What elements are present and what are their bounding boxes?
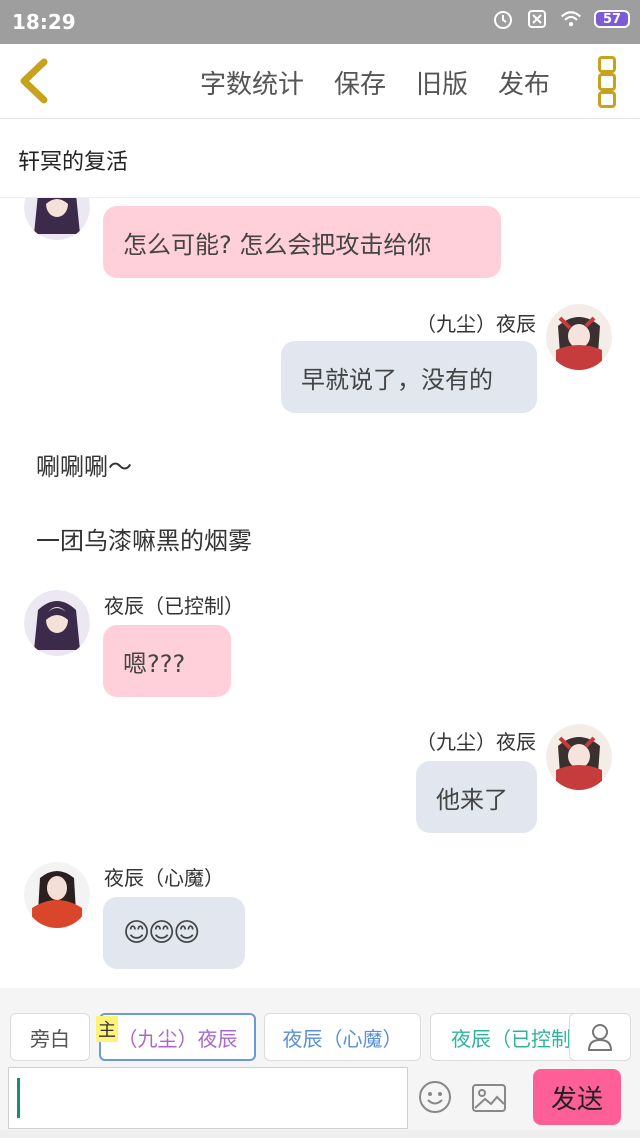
message-bubble[interactable]: 早就说了，没有的 [281, 341, 537, 413]
more-dot-icon [598, 73, 616, 91]
message-bubble[interactable]: 😊😊😊 [103, 897, 245, 969]
story-title-bar[interactable]: 轩冥的复活 [0, 119, 640, 198]
more-dot-icon [598, 90, 616, 108]
user-icon [587, 1024, 613, 1051]
more-dot-icon [598, 56, 616, 74]
send-button[interactable]: 发送 [533, 1069, 621, 1125]
speaker-name: （九尘）夜辰 [416, 312, 536, 336]
speaker-name: 夜辰（心魔） [104, 866, 224, 890]
wifi-icon [560, 8, 582, 30]
bottom-edge [0, 1130, 640, 1138]
message-bubble[interactable]: 他来了 [416, 761, 537, 833]
role-chip-jiuchen-yechen[interactable]: （九尘）夜辰 [99, 1013, 256, 1061]
no-sim-icon [526, 8, 548, 30]
narration-text[interactable]: 一团乌漆嘛黑的烟雾 [36, 521, 252, 556]
editor-toolbar: 字数统计 保存 旧版 发布 [0, 44, 640, 119]
story-title: 轩冥的复活 [18, 150, 129, 175]
avatar[interactable] [546, 304, 612, 370]
old-version-button[interactable]: 旧版 [416, 64, 468, 101]
battery-indicator: 57 [594, 10, 630, 28]
emoji-icon [419, 1081, 451, 1113]
host-badge: 主 [96, 1016, 118, 1042]
alarm-icon [492, 8, 514, 30]
save-button[interactable]: 保存 [334, 64, 386, 101]
toolbar-actions: 字数统计 保存 旧版 发布 [200, 64, 550, 101]
role-chip-narrator[interactable]: 旁白 [10, 1013, 90, 1061]
speaker-name: 夜辰（已控制） [104, 594, 244, 618]
back-button[interactable] [14, 56, 54, 106]
avatar[interactable] [546, 724, 612, 790]
insert-image-button[interactable] [471, 1082, 507, 1114]
avatar[interactable] [24, 590, 90, 656]
avatar[interactable] [24, 862, 90, 928]
message-input[interactable] [8, 1067, 408, 1129]
word-count-button[interactable]: 字数统计 [200, 64, 304, 101]
message-bubble[interactable]: 怎么可能? 怎么会把攻击给你 [103, 206, 501, 278]
role-label: 夜辰（心魔） [282, 1026, 403, 1051]
chevron-left-icon [20, 58, 48, 104]
role-label: （九尘）夜辰 [117, 1026, 238, 1051]
status-bar: 18:29 57 [0, 0, 640, 44]
message-bubble[interactable]: 嗯??? [103, 625, 231, 697]
role-chip-yechen-controlled[interactable]: 夜辰（已控制 [430, 1013, 580, 1061]
image-icon [472, 1084, 506, 1112]
role-label: 旁白 [30, 1026, 70, 1051]
publish-button[interactable]: 发布 [498, 64, 550, 101]
composer: 发送 [0, 1064, 640, 1138]
role-chip-yechen-xinmo[interactable]: 夜辰（心魔） [264, 1013, 421, 1061]
chat-area[interactable]: 怎么可能? 怎么会把攻击给你 （九尘）夜辰 早就说了，没有的 唰唰唰～ 一团乌漆… [0, 198, 640, 988]
status-time: 18:29 [12, 10, 76, 34]
speaker-name: （九尘）夜辰 [416, 730, 536, 754]
role-label: 夜辰（已控制 [451, 1026, 571, 1051]
avatar[interactable] [24, 198, 90, 240]
more-menu-button[interactable] [598, 56, 616, 108]
text-caret [17, 1078, 20, 1118]
emoji-button[interactable] [418, 1080, 452, 1114]
manage-roles-button[interactable] [569, 1013, 631, 1061]
role-selector: 旁白 （九尘）夜辰 夜辰（心魔） 夜辰（已控制 主 [0, 988, 640, 1064]
status-icons: 57 [492, 8, 630, 30]
narration-text[interactable]: 唰唰唰～ [36, 447, 132, 482]
